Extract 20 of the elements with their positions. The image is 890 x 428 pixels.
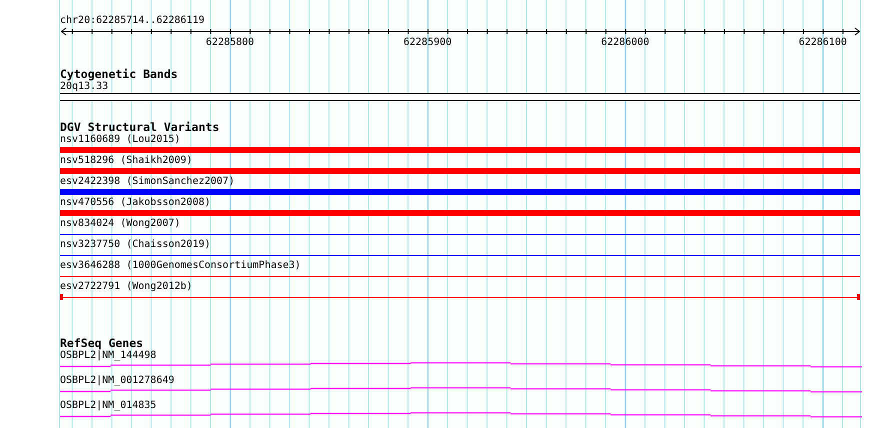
track-title: RefSeq Genes [60,337,144,350]
variant-label: nsv470556 (Jakobsson2008) [60,197,211,209]
ruler-tick-label: 62285800 [206,37,254,48]
variant-label: esv2422398 (SimonSanchez2007) [60,176,235,188]
variant-label: esv2722791 (Wong2012b) [60,281,192,293]
band-label: 20q13.33 [60,81,108,93]
ruler-tick-label: 62286100 [798,37,847,48]
ruler-tick-label: 62285900 [404,37,452,48]
gene-label: OSBPL2|NM_014835 [60,400,156,412]
ruler-tick-label: 62286000 [601,37,650,48]
variant-label: nsv834024 (Wong2007) [60,218,180,230]
variant-label: esv3646288 (1000GenomesConsortiumPhase3) [60,260,301,272]
track-title: Cytogenetic Bands [60,68,178,81]
gene-label: OSBPL2|NM_001278649 [60,375,174,387]
track-title: DGV Structural Variants [60,121,220,134]
ruler-position-label: chr20:62285714..62286119 [60,15,204,27]
variant-label: nsv1160689 (Lou2015) [60,134,180,146]
gene-label: OSBPL2|NM_144498 [60,350,156,362]
variant-label: nsv518296 (Shaikh2009) [60,155,192,167]
variant-label: nsv3237750 (Chaisson2019) [60,239,211,251]
